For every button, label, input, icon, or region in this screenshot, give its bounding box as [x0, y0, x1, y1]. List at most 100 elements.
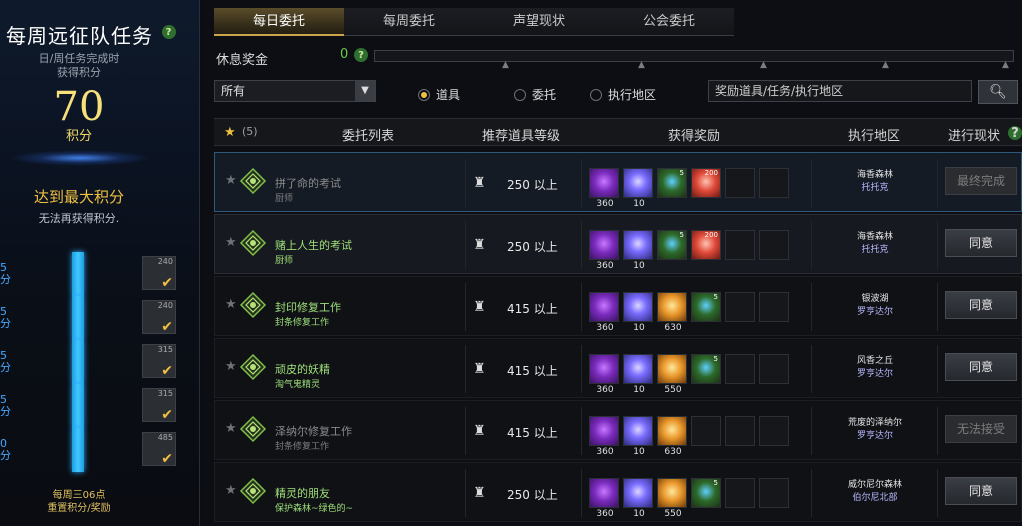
header-level: 推荐道具等级 — [482, 129, 561, 144]
star-icon[interactable]: ★ — [224, 125, 236, 140]
column-divider — [937, 345, 938, 393]
reward-purple-icon[interactable]: 360 — [589, 230, 619, 271]
reset-notice: 每周三06点 重置积分/奖励 — [0, 489, 158, 515]
commission-emblem-icon — [239, 415, 267, 443]
reward-purple-icon[interactable]: 360 — [589, 416, 619, 457]
commission-emblem-icon — [239, 291, 267, 319]
reward-quantity: 200 — [704, 169, 718, 177]
category-select[interactable]: 所有 ▼ — [214, 80, 376, 102]
execution-area: 海香森林 托托克 — [815, 169, 935, 195]
status-button[interactable]: 无法接受 — [945, 415, 1017, 443]
tab-2[interactable]: 声望现状 — [474, 8, 604, 36]
reward-orange-icon[interactable]: 630 — [657, 416, 687, 457]
tier-reward-box[interactable]: 315 ✔ — [142, 344, 176, 379]
reward-gem-icon[interactable]: 10 — [623, 230, 653, 271]
reward-purple-icon[interactable]: 360 — [589, 292, 619, 333]
score-tier: 5 分 240 ✔ — [0, 252, 200, 300]
helmet-icon: ♜ — [473, 175, 486, 191]
column-divider — [465, 283, 466, 331]
helmet-icon: ♜ — [473, 237, 486, 253]
reward-gem-icon[interactable]: 10 — [623, 168, 653, 209]
column-divider — [937, 159, 938, 207]
helmet-icon: ♜ — [473, 423, 486, 439]
rest-help-icon[interactable]: ? — [354, 48, 368, 62]
reward-gem-icon[interactable]: 10 — [623, 478, 653, 519]
score-tier: 0 分 485 ✔ — [0, 428, 200, 476]
commission-row[interactable]: ★ 赌上人生的考试 厨师 ♜ 250 以上 360 10 5 200 海香森林 托托克 同意 — [214, 214, 1022, 274]
reward-quantity: 5 — [679, 169, 684, 177]
reward-empty-slot — [759, 416, 789, 446]
column-divider — [581, 283, 582, 331]
panel-subtitle-line1: 日/周任务完成时 — [38, 52, 120, 65]
reward-gem-icon[interactable]: 10 — [623, 416, 653, 457]
favorite-star-icon[interactable]: ★ — [225, 483, 237, 498]
filter-radio-1[interactable]: 委托 — [514, 86, 556, 103]
reward-orange-icon[interactable]: 550 — [657, 478, 687, 519]
reward-green-icon[interactable]: 5 — [657, 230, 687, 260]
reward-purple-icon[interactable]: 360 — [589, 478, 619, 519]
tier-reward-box[interactable]: 240 ✔ — [142, 300, 176, 335]
reward-gem-icon[interactable]: 10 — [623, 354, 653, 395]
reward-green-icon[interactable]: 5 — [691, 292, 721, 322]
filter-radio-2[interactable]: 执行地区 — [590, 86, 656, 103]
reward-orange-icon[interactable]: 550 — [657, 354, 687, 395]
reward-purple-icon[interactable]: 360 — [589, 168, 619, 209]
favorite-star-icon[interactable]: ★ — [225, 359, 237, 374]
tab-3[interactable]: 公会委托 — [604, 8, 734, 36]
favorite-star-icon[interactable]: ★ — [225, 297, 237, 312]
reward-heart-icon[interactable]: 200 — [691, 230, 721, 260]
commission-row[interactable]: ★ 顽皮的妖精 淘气鬼精灵 ♜ 415 以上 360 10 550 5 风香之丘 罗亨达尔 同意 — [214, 338, 1022, 398]
reward-amount: 550 — [664, 385, 682, 395]
favorite-star-icon[interactable]: ★ — [225, 173, 237, 188]
tier-reward-box[interactable]: 315 ✔ — [142, 388, 176, 423]
tier-points-unit: 分 — [0, 405, 11, 418]
favorite-star-icon[interactable]: ★ — [225, 421, 237, 436]
search-input[interactable]: 奖励道具/任务/执行地区 — [708, 80, 972, 102]
accept-button[interactable]: 同意 — [945, 477, 1017, 505]
commission-title: 拼了命的考试 — [275, 177, 341, 190]
commission-row[interactable]: ★ 拼了命的考试 厨师 ♜ 250 以上 360 10 5 200 海香森林 托托克 最终完成 — [214, 152, 1022, 212]
accept-button[interactable]: 同意 — [945, 229, 1017, 257]
tier-points-unit: 分 — [0, 273, 11, 286]
tier-reward-box[interactable]: 240 ✔ — [142, 256, 176, 291]
reward-green-icon[interactable]: 5 — [691, 478, 721, 508]
reward-orange-icon[interactable]: 630 — [657, 292, 687, 333]
help-icon[interactable]: ? — [162, 25, 176, 39]
tab-0[interactable]: 每日委托 — [214, 8, 344, 36]
area-name: 银波湖 — [861, 294, 889, 304]
tab-1[interactable]: 每周委托 — [344, 8, 474, 36]
reward-green-icon[interactable]: 5 — [691, 354, 721, 384]
chevron-down-icon[interactable]: ▼ — [355, 81, 375, 101]
reward-purple-icon[interactable]: 360 — [589, 354, 619, 395]
reward-amount: 10 — [633, 447, 645, 457]
reward-empty-slot — [759, 168, 789, 198]
reward-amount: 360 — [596, 199, 614, 209]
search-button[interactable]: 🔍︎ — [978, 80, 1018, 104]
accept-button[interactable]: 同意 — [945, 353, 1017, 381]
checkmark-icon: ✔ — [161, 275, 173, 291]
column-divider — [581, 407, 582, 455]
tier-reward-count: 240 — [157, 257, 173, 266]
reward-gem-icon[interactable]: 10 — [623, 292, 653, 333]
reward-empty-slot — [725, 354, 755, 384]
commission-row[interactable]: ★ 精灵的朋友 保护森林~绿色的~ ♜ 250 以上 360 10 550 5 威尔尼尔森林 伯尔尼… — [214, 462, 1022, 522]
max-score-subtitle: 无法再获得积分. — [38, 212, 120, 225]
tier-reward-count: 240 — [157, 301, 173, 310]
status-button[interactable]: 最终完成 — [945, 167, 1017, 195]
tier-reward-box[interactable]: 485 ✔ — [142, 432, 176, 467]
column-divider — [937, 469, 938, 517]
commission-subtitle: 厨师 — [275, 194, 294, 204]
favorite-star-icon[interactable]: ★ — [225, 235, 237, 250]
reward-empty-slot — [725, 478, 755, 508]
commission-row[interactable]: ★ 泽纳尔修复工作 封条修复工作 ♜ 415 以上 360 10 630 荒废的泽纳尔 罗亨达尔无… — [214, 400, 1022, 460]
recommended-level: 250 以上 — [507, 178, 558, 192]
commission-row[interactable]: ★ 封印修复工作 封条修复工作 ♜ 415 以上 360 10 630 5 银波湖 罗亨达尔 同意 — [214, 276, 1022, 336]
area-region: 罗亨达尔 — [856, 431, 893, 441]
commission-emblem-icon — [239, 229, 267, 257]
filter-radio-0[interactable]: 道具 — [418, 86, 460, 103]
status-help-icon[interactable]: ? — [1008, 126, 1022, 141]
reward-heart-icon[interactable]: 200 — [691, 168, 721, 198]
reward-green-icon[interactable]: 5 — [657, 168, 687, 198]
accept-button[interactable]: 同意 — [945, 291, 1017, 319]
score-unit: 积分 — [65, 129, 92, 144]
